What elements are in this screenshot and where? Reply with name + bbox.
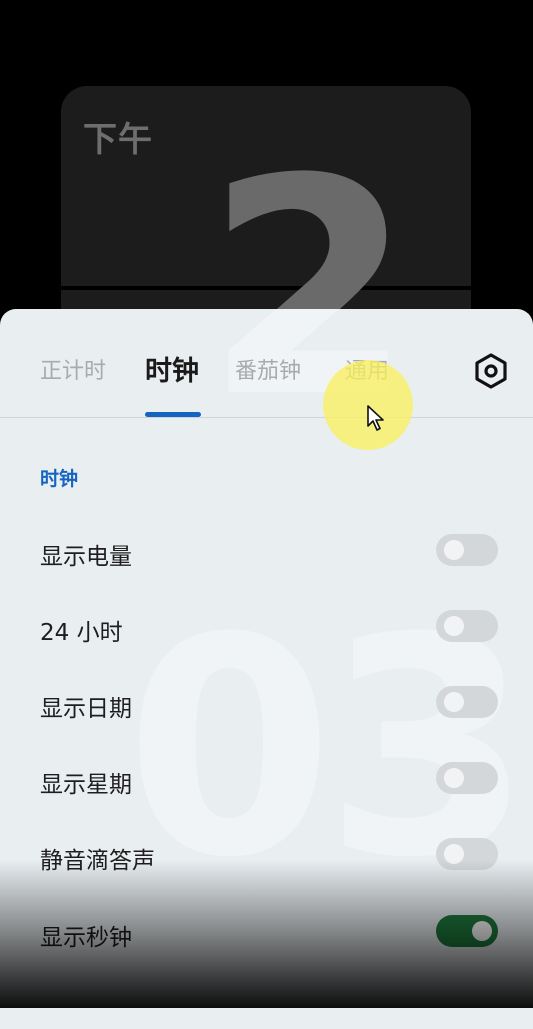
- weekday-toggle[interactable]: [436, 762, 498, 794]
- tab-general[interactable]: 通用: [345, 353, 389, 385]
- option-row-battery: 显示电量: [0, 523, 533, 583]
- section-title-clock: 时钟: [40, 468, 79, 490]
- hexagon-gear-icon: [475, 353, 507, 389]
- settings-button[interactable]: [472, 352, 510, 390]
- toggle-knob: [444, 768, 464, 788]
- 24h-toggle[interactable]: [436, 610, 498, 642]
- option-row-date: 显示日期: [0, 675, 533, 735]
- tab-clock[interactable]: 时钟: [145, 349, 199, 388]
- option-row-seconds: 显示秒钟: [0, 904, 533, 964]
- option-label: 静音滴答声: [40, 848, 155, 874]
- tab-pomodoro[interactable]: 番茄钟: [235, 353, 301, 385]
- option-label: 显示秒钟: [40, 925, 132, 951]
- toggle-knob: [472, 921, 492, 941]
- battery-toggle[interactable]: [436, 534, 498, 566]
- ampm-label: 下午: [83, 120, 153, 160]
- option-label: 显示电量: [40, 544, 132, 570]
- option-row-weekday: 显示星期: [0, 751, 533, 811]
- option-row-24h: 24 小时: [0, 599, 533, 659]
- tab-bar: 正计时 时钟 番茄钟 通用: [0, 309, 533, 418]
- option-label: 显示日期: [40, 696, 132, 722]
- seconds-toggle[interactable]: [436, 915, 498, 947]
- option-label: 显示星期: [40, 772, 132, 798]
- toggle-knob: [444, 540, 464, 560]
- settings-sheet: 2 03 正计时 时钟 番茄钟 通用 时钟 显示电量 24 小时 显示日期 显示…: [0, 309, 533, 1029]
- toggle-knob: [444, 692, 464, 712]
- active-tab-indicator: [145, 412, 201, 417]
- mute-tick-toggle[interactable]: [436, 838, 498, 870]
- date-toggle[interactable]: [436, 686, 498, 718]
- toggle-knob: [444, 844, 464, 864]
- option-row-mute-tick: 静音滴答声: [0, 827, 533, 887]
- option-label: 24 小时: [40, 620, 123, 646]
- toggle-knob: [444, 616, 464, 636]
- tab-stopwatch[interactable]: 正计时: [40, 353, 106, 385]
